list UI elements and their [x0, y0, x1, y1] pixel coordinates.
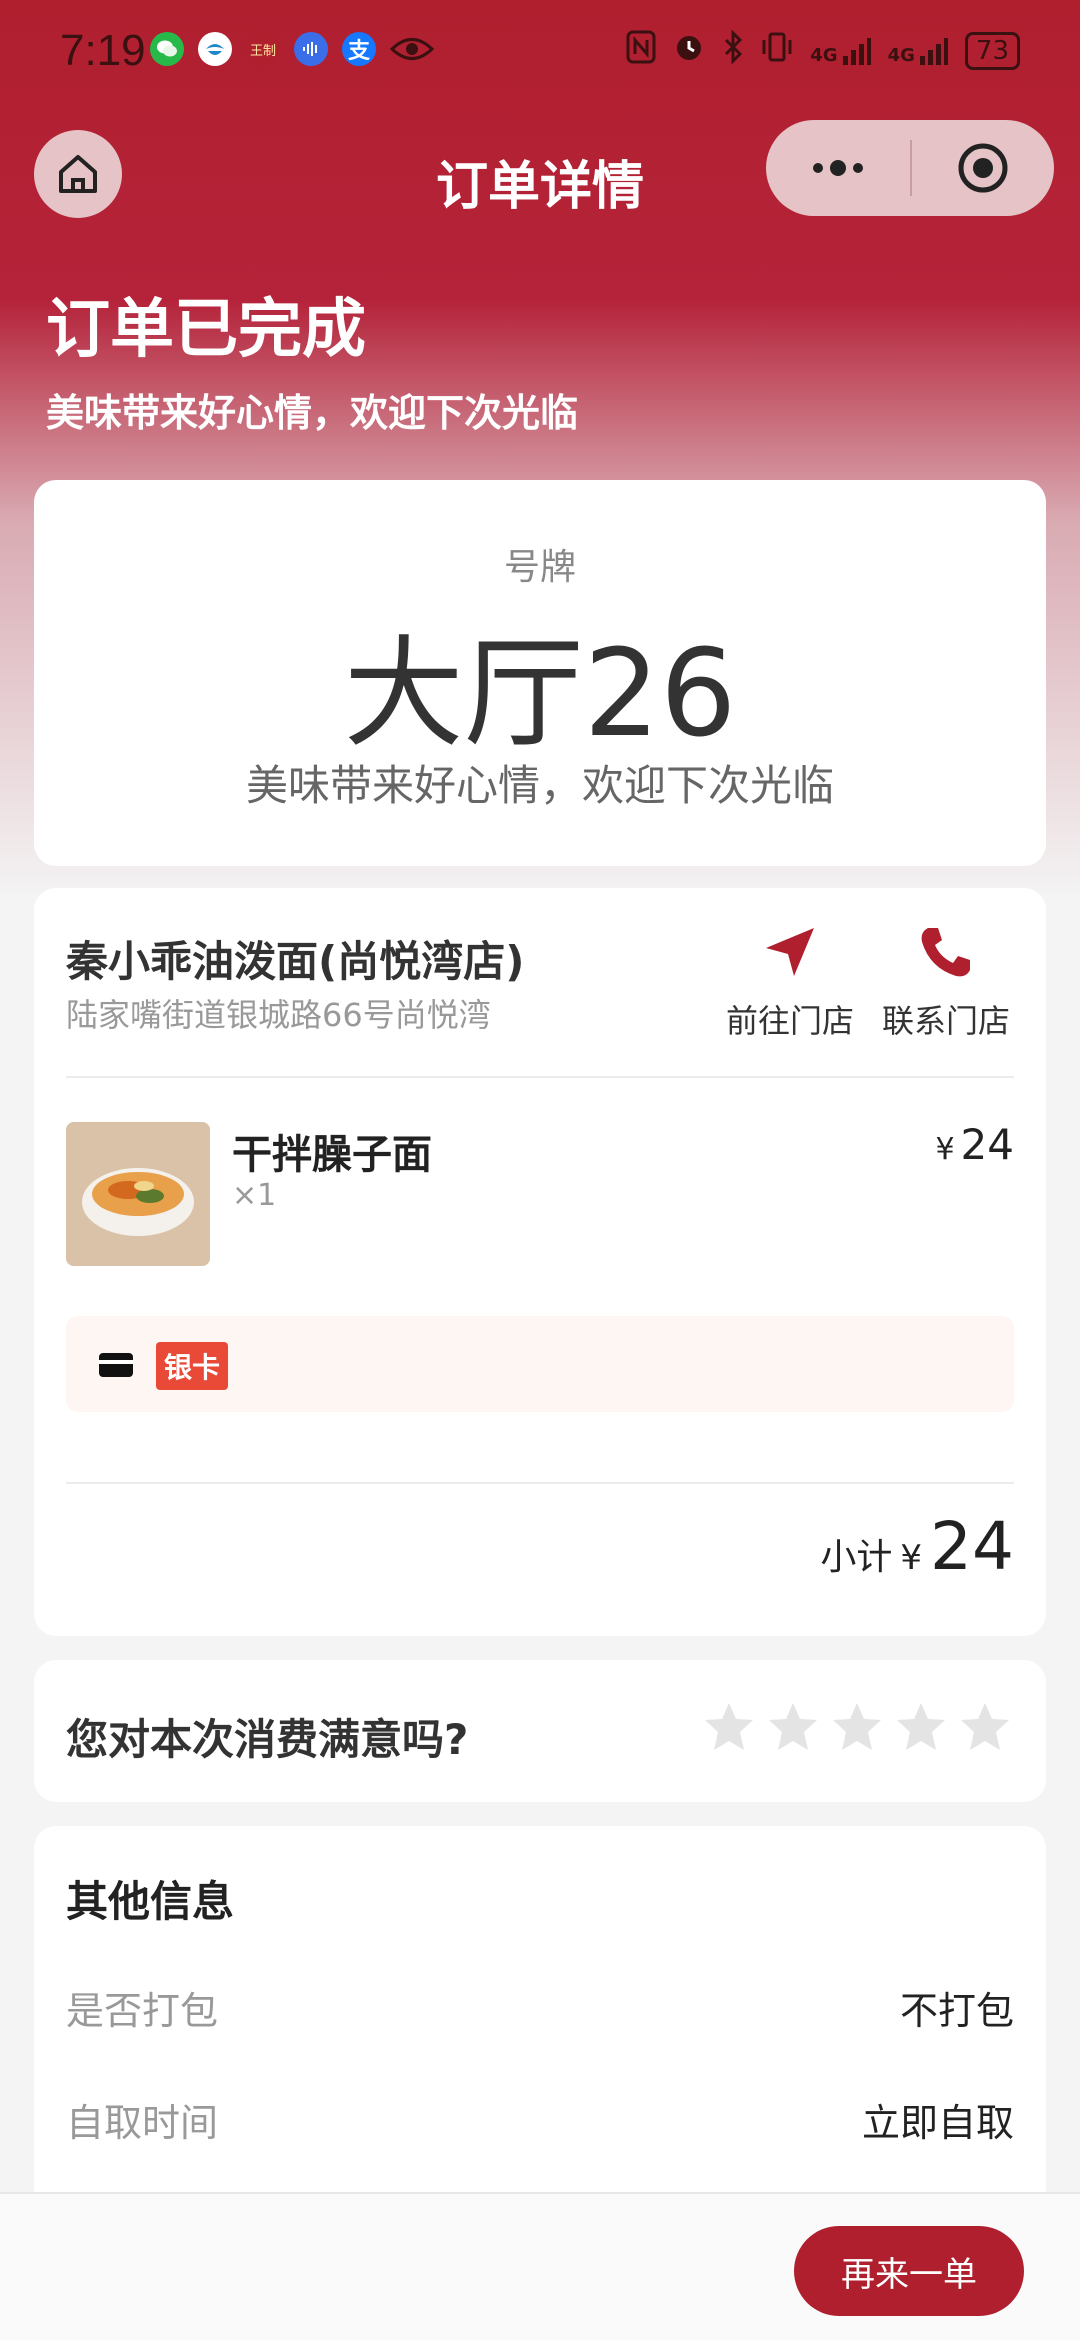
- currency-symbol: ¥: [935, 1132, 955, 1167]
- call-store-label: 联系门店: [881, 1002, 1010, 1040]
- signal-icon-2: 4G: [888, 36, 949, 66]
- membership-tag: 银卡: [156, 1342, 229, 1390]
- wangzhi-icon: 王制: [246, 32, 280, 66]
- info-key: 自取时间: [66, 2101, 219, 2145]
- order-status-subtitle: 美味带来好心情，欢迎下次光临: [46, 391, 579, 435]
- info-value: 立即自取: [861, 2101, 1014, 2145]
- system-icons: 4G 4G 73: [626, 29, 1020, 71]
- call-store-button[interactable]: 联系门店: [876, 924, 1016, 1042]
- payment-info: 银卡: [66, 1316, 1014, 1412]
- store-address: 陆家嘴街道银城路66号尚悦湾: [66, 996, 491, 1034]
- subtotal-amount: 24: [930, 1508, 1014, 1585]
- star-rating: [702, 1700, 1012, 1754]
- subtotal-label: 小计: [820, 1537, 893, 1578]
- alipay-icon: 支: [342, 32, 376, 66]
- navigate-store-label: 前往门店: [725, 1002, 854, 1040]
- bird-icon: [198, 32, 232, 66]
- ticket-card: 号牌 大厅26 美味带来好心情，欢迎下次光临: [34, 480, 1046, 866]
- signal-icon-1: 4G: [810, 36, 871, 66]
- order-card: 秦小乖油泼面(尚悦湾店) 陆家嘴街道银城路66号尚悦湾 前往门店 联系门店 干拌…: [34, 888, 1046, 1636]
- ticket-message: 美味带来好心情，欢迎下次光临: [245, 761, 834, 810]
- nfc-icon: [626, 30, 656, 71]
- navigation-arrow-icon: [766, 928, 814, 976]
- vibrate-icon: [760, 30, 794, 71]
- ticket-label: 号牌: [503, 547, 576, 588]
- dish-quantity: ×1: [232, 1178, 277, 1213]
- divider: [66, 1076, 1014, 1078]
- reorder-button[interactable]: 再来一单: [794, 2226, 1024, 2316]
- info-value: 不打包: [899, 1989, 1014, 2033]
- star-icon[interactable]: [958, 1700, 1012, 1754]
- currency-symbol: ¥: [900, 1538, 923, 1578]
- dish-price: ¥24: [935, 1120, 1014, 1169]
- eye-icon: [390, 32, 434, 66]
- store-name: 秦小乖油泼面(尚悦湾店): [66, 937, 525, 986]
- star-icon[interactable]: [894, 1700, 948, 1754]
- star-icon[interactable]: [702, 1700, 756, 1754]
- navigate-store-button[interactable]: 前往门店: [720, 924, 860, 1042]
- status-bar: 7:19 王制 支 4G 4G 73: [0, 0, 1080, 110]
- target-icon: [958, 143, 1008, 193]
- star-icon[interactable]: [766, 1700, 820, 1754]
- subtotal: 小计 ¥ 24: [820, 1508, 1014, 1585]
- order-status-title: 订单已完成: [46, 293, 366, 367]
- other-info-title: 其他信息: [66, 1877, 235, 1926]
- divider: [66, 1482, 1014, 1484]
- status-time: 7:19: [60, 26, 146, 75]
- star-icon[interactable]: [830, 1700, 884, 1754]
- rating-card: 您对本次消费满意吗?: [34, 1660, 1046, 1802]
- battery-indicator: 73: [964, 31, 1020, 70]
- more-button[interactable]: [766, 158, 910, 178]
- more-icon: [813, 160, 863, 176]
- wechat-icon: [150, 32, 184, 66]
- dish-price-value: 24: [960, 1120, 1014, 1169]
- dish-name: 干拌臊子面: [232, 1132, 432, 1178]
- navigation-bar: 订单详情: [0, 120, 1080, 220]
- bluetooth-icon: [722, 29, 744, 71]
- ticket-number: 大厅26: [343, 625, 737, 764]
- voice-icon: [294, 32, 328, 66]
- bottom-action-bar: 再来一单: [0, 2192, 1080, 2340]
- rating-question: 您对本次消费满意吗?: [66, 1715, 469, 1764]
- dish-image[interactable]: [66, 1122, 210, 1266]
- bank-card-icon: [99, 1353, 133, 1377]
- info-key: 是否打包: [66, 1989, 219, 2033]
- notification-icons: 王制 支: [150, 32, 434, 66]
- miniprogram-capsule: [766, 120, 1054, 216]
- close-miniprogram-button[interactable]: [912, 142, 1054, 194]
- alarm-icon: [672, 30, 706, 71]
- phone-icon: [921, 928, 970, 977]
